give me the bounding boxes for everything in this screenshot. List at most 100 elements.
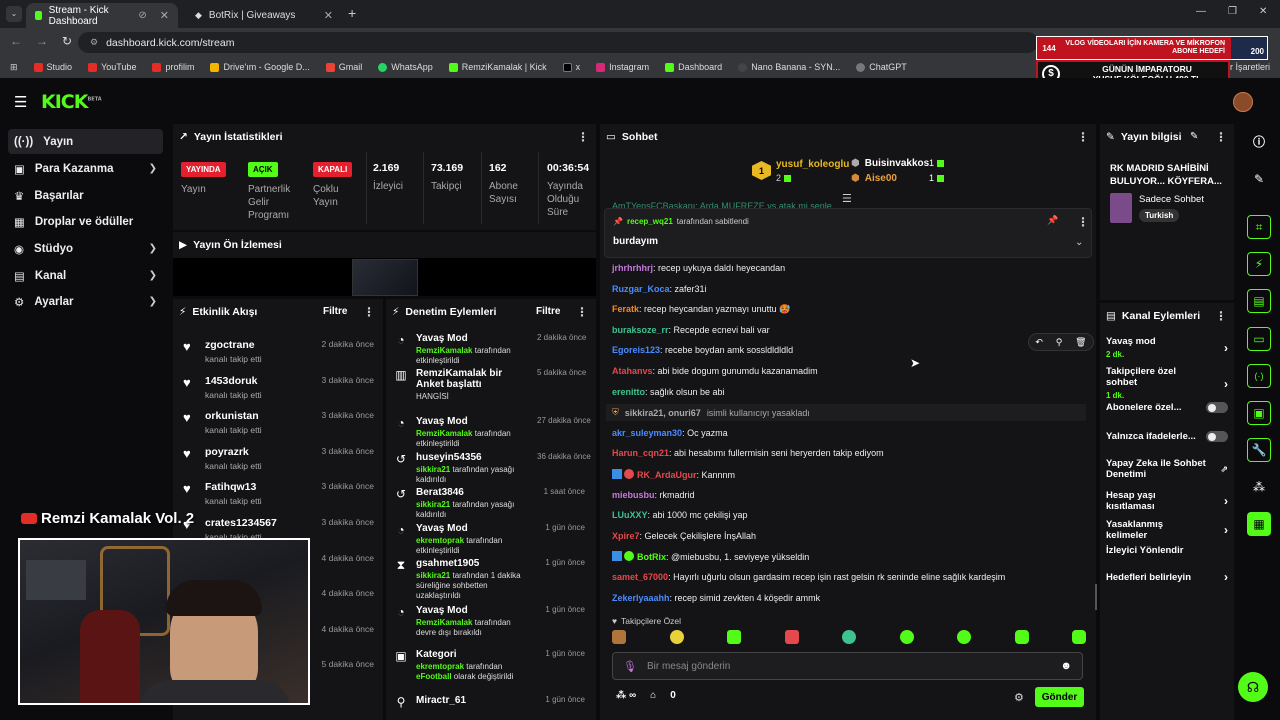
emote-icon[interactable] [1072,630,1086,644]
emote-icon[interactable] [1014,630,1029,644]
chat-username[interactable]: erenitto [612,387,645,397]
activity-item[interactable]: ♥ Fatihqw13 kanalı takip etti 3 dakika önce [173,477,380,512]
chat-username[interactable]: RK_ArdaUgur [637,470,697,480]
bookmark-drive[interactable]: Drive'ım - Google D... [210,62,310,72]
lightning-icon[interactable]: ⚡ [1247,252,1271,276]
activity-item[interactable]: ♥ orkunistan kanalı takip etti 3 dakika önc… [173,406,380,441]
channel-action-item[interactable]: Hesap yaşı kısıtlaması › [1106,490,1228,512]
tab-stream-dashboard[interactable]: Stream - Kick Dashboard ⊘ ✕ [26,3,178,28]
emote-icon[interactable] [784,630,799,644]
channel-action-item[interactable]: Yalnızca ifadelerle... [1106,431,1228,442]
sidebar-item-yayin[interactable]: ((·)) Yayın [8,129,163,154]
clipboard-icon[interactable]: ▤ [1247,289,1271,313]
chat-username[interactable]: Egoreis123 [612,345,660,355]
info-icon[interactable]: ⓘ [1247,129,1271,153]
chat-message[interactable]: buraksoze_rr: Recepde ecnevi bali var [612,325,770,335]
pin-icon[interactable]: ⚲ [1056,337,1063,348]
minimize-icon[interactable]: — [1196,6,1206,17]
emote-icon[interactable] [842,630,856,644]
chat-message[interactable]: samet_67000: Hayırlı uğurlu olsun gardas… [612,572,1005,582]
bookmark-nano-banana[interactable]: Nano Banana - SYN... [738,62,840,72]
second-gifter[interactable]: ⬢ Buisinvakkos [851,158,929,169]
category-name[interactable]: Sadece Sohbet [1139,194,1204,205]
points-icon[interactable]: ⁂ [1247,475,1271,499]
chat-icon[interactable]: ▭ [1247,327,1271,351]
pinned-message[interactable]: 📌 recep_wq21 tarafından sabitlendi burdayı… [604,208,1092,258]
moderation-item[interactable]: ⚲ Miractr_61 1 gün önce [386,695,593,709]
bookmark-studio[interactable]: Studio [33,62,72,72]
activity-user[interactable]: zgoctrane [205,339,262,351]
tab-botrix-giveaways[interactable]: ◆ BotRix | Giveaways ✕ [186,3,342,28]
channel-action-item[interactable]: Hedefleri belirleyin › [1106,570,1228,584]
stream-info-menu-icon[interactable]: ⋮ [1215,130,1227,144]
emote-icon[interactable] [669,630,684,644]
forward-icon[interactable]: → [36,34,48,48]
moderator-name[interactable]: sikkira21 [416,571,450,580]
emote-icon[interactable] [612,630,626,644]
unpin-icon[interactable]: 📌 [1047,215,1058,226]
avatar[interactable] [1233,92,1253,112]
bookmark-whatsapp[interactable]: WhatsApp [378,62,433,72]
channel-action-item[interactable]: İzleyici Yönlendir [1106,545,1228,556]
channel-action-item[interactable]: Yavaş mod 2 dk. › [1106,336,1228,360]
chat-message[interactable]: Zekerlyaaahh: recep simid zevkten 4 köşe… [612,593,820,603]
chat-message[interactable]: LUuXXY: abi 1000 mc çekilişi yap [612,510,748,520]
sidebar-item-studyo[interactable]: ◉ Stüdyo ❯ [8,236,163,261]
chat-message[interactable]: Feratk: recep heycandan yazmayı unuttu 🥵 [612,304,790,315]
apps-icon[interactable]: ⊞ [10,62,18,73]
chat-message[interactable]: Ruzgar_Koca: zafer31i [612,284,707,294]
kick-logo[interactable]: KICKBETA [41,91,102,113]
crop-icon[interactable]: ⌗ [1247,215,1271,239]
chat-menu-icon[interactable]: ⋮ [1077,130,1089,144]
moderator-name[interactable]: RemziKamalak [416,618,472,627]
chat-message[interactable]: jrhrhrhhrj: recep uykuya daldı heyecanda… [612,263,785,273]
moderation-menu-icon[interactable]: ⋮ [576,305,588,319]
chat-username[interactable]: jrhrhrhhrj [612,263,653,273]
bookmarks-folder[interactable]: er İşaretleri [1225,62,1270,72]
chat-username[interactable]: Harun_cqn21 [612,448,669,458]
preview-thumbnail[interactable] [352,259,418,296]
chat-message[interactable]: Harun_cqn21: abi hesabımı fullermisin se… [612,448,884,458]
bookmark-kick[interactable]: RemziKamalak | Kick [448,62,547,72]
back-icon[interactable]: ← [10,34,22,48]
url-field[interactable]: ⚙ dashboard.kick.com/stream [78,32,1038,53]
moderator-name[interactable]: RemziKamalak [416,429,472,438]
store-icon[interactable]: ⌂ [650,690,656,701]
chat-message[interactable]: Xpire7: Gelecek Çekilişlere İnşAllah [612,531,756,541]
toggle-switch[interactable] [1206,431,1228,442]
activity-item[interactable]: ♥ 1453doruk kanalı takip etti 3 dakika önce [173,371,380,406]
moderation-item[interactable]: ◔ Yavaş Mod RemziKamalak tarafından etkinl… [386,416,593,449]
bookmark-instagram[interactable]: Instagram [596,62,649,72]
pencil-icon[interactable]: ✎ [1247,167,1271,191]
channel-action-item[interactable]: Yasaklanmış kelimeler › [1106,519,1228,541]
moderator-name[interactable]: ekremtoprak [416,662,464,671]
chat-username[interactable]: buraksoze_rr [612,325,669,335]
window-close-icon[interactable]: ✕ [1259,6,1267,17]
site-info-icon[interactable]: ⚙ [90,37,98,48]
chevron-down-icon[interactable]: ⌄ [1075,237,1083,248]
chat-message[interactable]: RK_ArdaUgur: Kannnm [612,469,735,480]
moderator-name[interactable]: sikkira21 [416,465,450,474]
emote-icon[interactable] [727,630,741,644]
sidebar-item-droplar[interactable]: ▦ Droplar ve ödüller [8,209,163,234]
close-tab-icon[interactable]: ✕ [324,9,333,22]
activity-user[interactable]: Fatihqw13 [205,481,262,493]
toggle-switch[interactable] [1206,402,1228,413]
points-icon[interactable]: ⁂ ∞ [616,690,636,701]
activity-user[interactable]: poyrazrk [205,446,262,458]
bookmark-x[interactable]: x [562,62,580,72]
edit-icon[interactable]: ✎ [1190,131,1198,142]
activity-item[interactable]: ♥ zgoctrane kanalı takip etti 2 dakika önce [173,335,380,370]
chat-message[interactable]: Atahanvs: abi bide dogum gunumdu kazanam… [612,366,818,376]
third-gifter[interactable]: ⬢ Aise00 [851,173,897,184]
sidebar-item-para-kazanma[interactable]: ▣ Para Kazanma ❯ [8,156,163,181]
bookmark-dashboard[interactable]: Dashboard [665,62,722,72]
moderation-filter-button[interactable]: Filtre [536,306,560,317]
chat-message[interactable]: erenitto: sağlık olsun be abi [612,387,725,397]
activity-filter-button[interactable]: Filtre [323,306,347,317]
microphone-icon[interactable]: 🎙 [623,660,637,673]
chat-message[interactable]: BotRix: @miebusbu, 1. seviyeye yükseldin [612,551,809,562]
moderation-item[interactable]: ↺ Berat3846 sikkira21 tarafından yasağı ka… [386,487,593,520]
chat-username[interactable]: Feratk [612,304,639,314]
delete-icon[interactable]: 🗑 [1075,337,1086,348]
